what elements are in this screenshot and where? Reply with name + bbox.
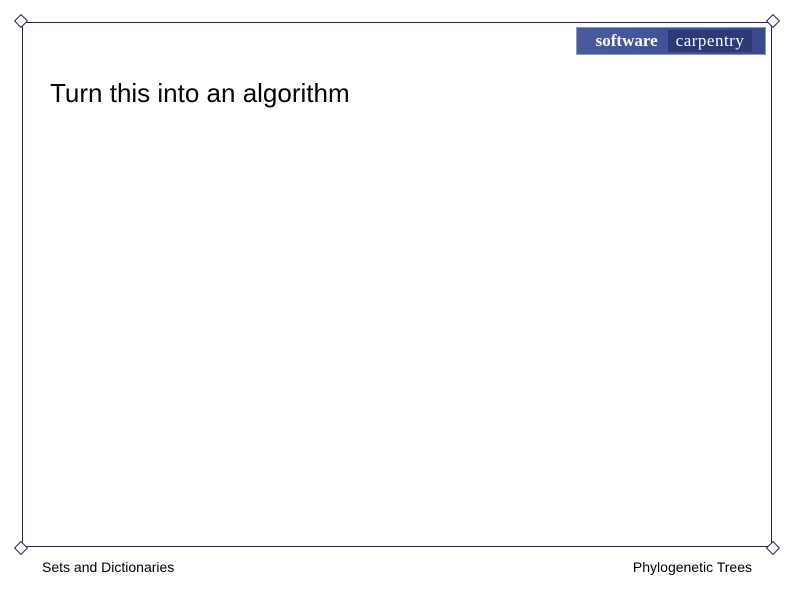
logo-text-right: carpentry [668, 30, 753, 52]
logo-text-left: software [590, 31, 664, 51]
footer-left: Sets and Dictionaries [42, 559, 174, 575]
slide-heading: Turn this into an algorithm [50, 78, 350, 109]
footer-right: Phylogenetic Trees [633, 559, 752, 575]
software-carpentry-logo: software carpentry [576, 27, 766, 55]
